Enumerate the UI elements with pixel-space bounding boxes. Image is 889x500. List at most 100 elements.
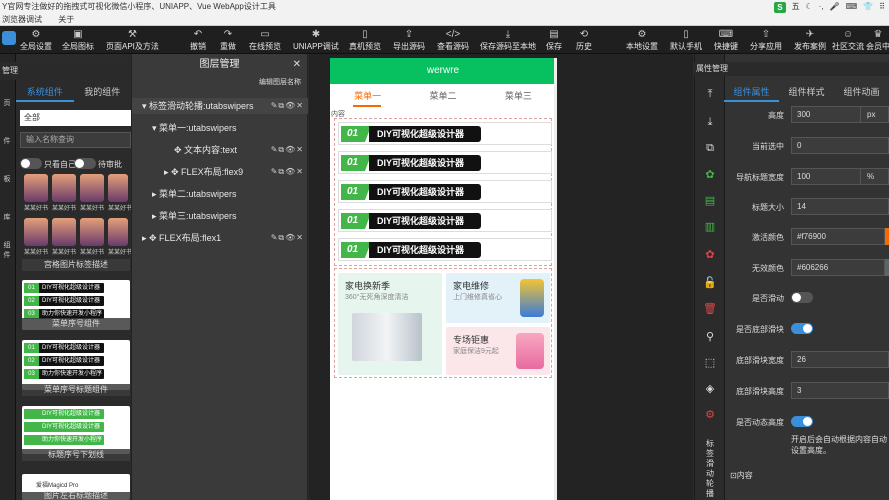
global-icons-button[interactable]: ▣ 全局图标 <box>62 29 94 52</box>
app-logo-icon[interactable] <box>2 31 16 45</box>
menu-item-debug[interactable]: 浏览器调试 <box>2 15 42 24</box>
grid-icon[interactable]: ⠿ <box>879 0 885 14</box>
layer-row-actions[interactable]: ✎⧉👁✕ <box>271 230 304 246</box>
inactive-color-swatch[interactable] <box>885 259 889 276</box>
tab-my-components[interactable]: 我的组件 <box>74 82 132 102</box>
height-input[interactable]: 300 <box>791 106 861 123</box>
undo-button[interactable]: ↶ 撤销 <box>190 29 206 52</box>
arrow-top-icon[interactable]: ⤒ <box>695 88 725 101</box>
global-settings-button[interactable]: ⚙ 全局设置 <box>20 29 52 52</box>
layers-icon[interactable]: ◈ <box>695 382 725 395</box>
redo-button[interactable]: ↷ 重做 <box>220 29 236 52</box>
bottom-bar-toggle[interactable] <box>791 323 813 334</box>
component-card-label[interactable]: 菜单序号标题组件 <box>22 384 130 396</box>
default-phone-button[interactable]: ▯ 默认手机 <box>670 29 702 52</box>
tab-component-style[interactable]: 组件样式 <box>779 82 834 102</box>
bottom-bar-height-input[interactable]: 3 <box>791 382 889 399</box>
member-button[interactable]: ♛ 会员中 <box>866 29 889 52</box>
green-1-icon[interactable]: ✿ <box>695 168 725 181</box>
settings-icon[interactable]: ⚙ <box>695 408 725 421</box>
publish-case-button[interactable]: ✈ 发布案例 <box>794 29 826 52</box>
arrow-bottom-icon[interactable]: ⤓ <box>695 116 725 129</box>
phone-preview[interactable]: werwre 菜单一 菜单二 菜单三 内容 01 DIY可视化超级设计器 01 DI… <box>330 58 556 500</box>
moon-icon[interactable]: ☾ <box>806 0 813 14</box>
dynamic-height-toggle[interactable] <box>791 416 813 427</box>
layer-row-actions[interactable]: ✎⧉👁✕ <box>271 98 304 114</box>
height-unit[interactable]: px <box>861 106 889 123</box>
nav-title-width-unit[interactable]: % <box>861 168 889 185</box>
layer-row-menu3[interactable]: ▸ 菜单三:utabswipers <box>132 208 308 224</box>
edit-layer-name-label[interactable]: 编辑图层名称 <box>132 76 307 90</box>
layer-row-text[interactable]: ✥ 文本内容:text ✎⧉👁✕ <box>132 142 308 158</box>
layer-row-actions[interactable]: ✎⧉👁✕ <box>271 142 304 158</box>
active-color-swatch[interactable] <box>885 228 889 245</box>
green-2-icon[interactable]: ▤ <box>695 194 725 207</box>
device-preview-button[interactable]: ▯ 真机预览 <box>349 29 381 52</box>
list-item[interactable]: 01 DIY可视化超级设计器 <box>338 209 552 232</box>
list-item[interactable]: 01 DIY可视化超级设计器 <box>338 238 552 261</box>
component-card-label[interactable]: 标题序号下划线 <box>22 449 130 461</box>
list-item[interactable]: 01 DIY可视化超级设计器 <box>338 151 552 174</box>
component-card[interactable]: DIY可视化超级设计器 DIY可视化超级设计器 助力你快速开发小程序 <box>22 406 130 454</box>
edge-nav-component[interactable]: 件 <box>0 136 14 146</box>
layer-row-tabswipers[interactable]: ▾ 标签滑动轮播:utabswipers ✎⧉👁✕ <box>132 98 308 114</box>
skin-icon[interactable]: 👕 <box>863 0 873 14</box>
shortcuts-button[interactable]: ⌨ 快捷键 <box>714 29 738 52</box>
local-settings-button[interactable]: ⚙ 本地设置 <box>626 29 658 52</box>
delete-icon[interactable]: 🗑 <box>695 302 725 315</box>
current-index-input[interactable]: 0 <box>791 137 889 154</box>
ime-mode-icon[interactable]: 五 <box>792 0 800 14</box>
menu-item-about[interactable]: 关于 <box>58 15 74 24</box>
edge-nav-item[interactable]: 件 <box>0 250 14 260</box>
edge-nav-library[interactable]: 库 <box>0 212 14 222</box>
share-app-button[interactable]: ⇧ 分享应用 <box>750 29 782 52</box>
uniapp-debug-button[interactable]: ✱ UNIAPP调试 <box>293 29 339 52</box>
copy-icon[interactable]: ⧉ <box>695 142 725 155</box>
punctuation-icon[interactable]: ·, <box>819 0 824 14</box>
pending-toggle[interactable] <box>74 158 96 169</box>
red-1-icon[interactable]: ✿ <box>695 248 725 261</box>
phone-list[interactable]: 01 DIY可视化超级设计器 01 DIY可视化超级设计器 01 DIY可视化超级设计… <box>334 118 552 266</box>
promo-card-deal[interactable]: 专场钜惠 家庭保洁9元起 <box>446 327 550 375</box>
lock-icon[interactable]: 🔓 <box>695 276 725 289</box>
keyboard-tray-icon[interactable]: ⌨ <box>846 0 858 14</box>
thumbnail-grid[interactable]: 某某好书 某某好书 某某好书 某某好书 某某好书 某某好书 某某好书 某某好书 <box>22 172 132 272</box>
promo-card-repair[interactable]: 家电维修 上门维修真省心 <box>446 273 550 323</box>
ime-logo-icon[interactable]: S <box>774 1 786 13</box>
save-local-button[interactable]: ⤓ 保存源码至本地 <box>480 29 536 52</box>
bottom-bar-width-input[interactable]: 26 <box>791 351 889 368</box>
phone-tab-menu2[interactable]: 菜单二 <box>405 86 480 106</box>
layer-row-menu1[interactable]: ▾ 菜单一:utabswipers <box>132 120 308 136</box>
community-button[interactable]: ☺ 社区交流 <box>832 29 864 52</box>
layer-row-menu2[interactable]: ▸ 菜单二:utabswipers <box>132 186 308 202</box>
phone-tab-menu3[interactable]: 菜单三 <box>481 86 556 106</box>
pin-icon[interactable]: ⚲ <box>695 330 725 343</box>
inactive-color-input[interactable]: #606266 <box>791 259 885 276</box>
category-select[interactable]: 全部 <box>20 110 131 126</box>
component-card-label[interactable]: 宫格图片标签描述 <box>22 259 130 271</box>
promo-flex-area[interactable]: 家电换新季 360°无死角深度清洁 家电维修 上门维修真省心 专场钜惠 家庭保洁… <box>334 268 552 378</box>
promo-card-appliance[interactable]: 家电换新季 360°无死角深度清洁 <box>338 273 442 375</box>
title-size-input[interactable]: 14 <box>791 198 889 215</box>
scrollable-toggle[interactable] <box>791 292 813 303</box>
component-card-label[interactable]: 菜单序号组件 <box>22 318 130 330</box>
close-icon[interactable]: ✕ <box>293 54 301 76</box>
green-3-icon[interactable]: ▥ <box>695 220 725 233</box>
online-preview-button[interactable]: ▭ 在线预览 <box>249 29 281 52</box>
phone-scrollbar[interactable] <box>554 58 557 500</box>
tab-system-components[interactable]: 系统组件 <box>16 82 74 102</box>
content-section-label[interactable]: ⊡内容 <box>730 470 753 481</box>
export-source-button[interactable]: ⇪ 导出源码 <box>393 29 425 52</box>
edge-nav-group[interactable]: 组 <box>0 240 14 250</box>
list-item[interactable]: 01 DIY可视化超级设计器 <box>338 180 552 203</box>
edge-nav-template[interactable]: 板 <box>0 174 14 184</box>
layer-row-actions[interactable]: ✎⧉👁✕ <box>271 164 304 180</box>
history-button[interactable]: ⟲ 历史 <box>576 29 592 52</box>
tab-component-animation[interactable]: 组件动画 <box>834 82 889 102</box>
layer-row-flex1[interactable]: ▸ ✥ FLEX布局:flex1 ✎⧉👁✕ <box>132 230 308 246</box>
component-card[interactable]: DIY可视化超级设计器 DIY可视化超级设计器 助力你快速开发小程序 <box>22 340 130 390</box>
nav-title-width-input[interactable]: 100 <box>791 168 861 185</box>
page-api-button[interactable]: ⚒ 页面API及方法 <box>106 29 159 52</box>
edge-nav-page[interactable]: 页 <box>0 98 14 108</box>
mic-icon[interactable]: 🎤 <box>830 0 840 14</box>
